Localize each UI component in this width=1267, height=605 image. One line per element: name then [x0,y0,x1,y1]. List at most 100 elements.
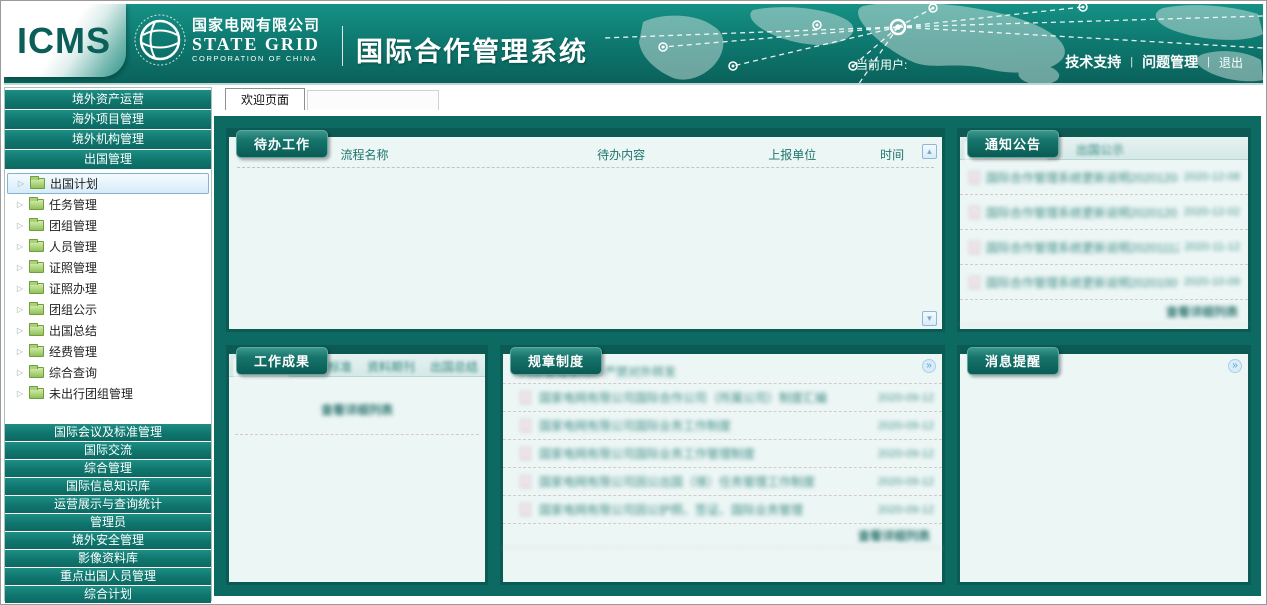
tree-item-group-publicity[interactable]: ▷ 团组公示 [7,299,209,320]
tree-item-untraveled-groups[interactable]: ▷ 未出行团组管理 [7,383,209,404]
todo-header-divider [237,167,934,168]
tree-expand-icon[interactable]: ▷ [16,389,24,398]
main-content: 欢迎页面 待办工作 流程名称 待办内容 上报单位 时间 ▲ ▼ 通知公告 [212,87,1263,601]
scroll-up-button[interactable]: ▲ [922,144,937,159]
app-header: ICMS 国家电网有限公司 STATE GRID CORPORATION OF … [4,4,1263,85]
document-icon [520,475,531,488]
expand-chevron-icon[interactable]: » [922,359,936,373]
regulation-item-date: 2020-09-12 [878,504,934,516]
tree-expand-icon[interactable]: ▷ [16,263,24,272]
icms-logo-box: ICMS [4,4,126,77]
sidebar-section-overseas-safety[interactable]: 境外安全管理 [5,532,211,549]
regulation-list-item[interactable]: 国家电网有限公司因公护照、签证、国际业务管理 2020-09-12 [503,496,942,524]
org-name-block: 国家电网有限公司 STATE GRID CORPORATION OF CHINA [192,17,320,64]
system-title: 国际合作管理系统 [356,30,588,69]
regulation-list-item[interactable]: 国家电网有限公司因公出国（境）任务管理工作制度 2020-09-12 [503,468,942,496]
document-icon [969,206,980,219]
sidebar-section-ops-stats[interactable]: 运营展示与查询统计 [5,496,211,513]
achievements-tab-summaries[interactable]: 出国总结 [425,356,483,377]
achievements-divider [235,434,479,435]
document-icon [969,241,980,254]
folder-icon [29,199,44,210]
tree-expand-icon[interactable]: ▷ [16,221,24,230]
link-separator: | [1207,56,1210,68]
todo-col-process-name: 流程名称 [340,146,388,163]
regulation-list-item[interactable]: 国家电网有限公司国际合作公司（所属公司）制度汇编 2020-09-12 [503,384,942,412]
sidebar-section-intl-exchange[interactable]: 国际交流 [5,442,211,459]
tree-item-label: 任务管理 [49,196,97,213]
notice-item-date: 2020-10-09 [1184,276,1240,288]
sidebar-section-general-mgmt[interactable]: 综合管理 [5,460,211,477]
regulation-list-item[interactable]: 国家电网有限公司国际业务工作制度 2020-09-12 [503,412,942,440]
folder-icon [29,241,44,252]
regulation-item-text: 国家电网有限公司国际业务工作管理制度 [539,445,872,462]
tree-item-personnel-mgmt[interactable]: ▷ 人员管理 [7,236,209,257]
tree-item-comprehensive-query[interactable]: ▷ 综合查询 [7,362,209,383]
folder-icon [29,283,44,294]
achievements-tab-journals[interactable]: 资料期刊 [362,356,420,377]
notice-list-item[interactable]: 国际合作管理系统更新说明20201208 2020-12-08 [960,160,1248,195]
messages-panel-title: 消息提醒 [967,347,1059,375]
sidebar-section-abroad-mgmt[interactable]: 出国管理 [5,150,211,169]
tree-expand-icon[interactable]: ▷ [16,368,24,377]
regulation-item-date: 2020-09-12 [878,392,934,404]
notice-item-text: 国际合作管理系统更新说明20201009 [986,274,1178,291]
tree-item-label: 人员管理 [49,238,97,255]
tree-item-task-mgmt[interactable]: ▷ 任务管理 [7,194,209,215]
notice-item-text: 国际合作管理系统更新说明20201208 [986,169,1178,186]
sidebar-section-key-personnel[interactable]: 重点出国人员管理 [5,568,211,585]
notice-item-text: 国际合作管理系统更新说明20201112 [986,239,1179,256]
document-icon [520,419,531,432]
regulation-item-date: 2020-09-12 [878,476,934,488]
tree-expand-icon[interactable]: ▷ [16,305,24,314]
sidebar-section-overseas-orgs[interactable]: 境外机构管理 [5,130,211,149]
sidebar-section-knowledge-base[interactable]: 国际信息知识库 [5,478,211,495]
sidebar-section-admin[interactable]: 管理员 [5,514,211,531]
folder-icon [29,325,44,336]
tree-item-label: 经费管理 [49,343,97,360]
tree-expand-icon[interactable]: ▷ [16,242,24,251]
sidebar-section-intl-meetings[interactable]: 国际会议及标准管理 [5,424,211,441]
regulation-list-item[interactable]: 国家电网有限公司国际业务工作管理制度 2020-09-12 [503,440,942,468]
notice-list-item[interactable]: 国际合作管理系统更新说明20201202 2020-12-02 [960,195,1248,230]
folder-icon [29,304,44,315]
tree-expand-icon[interactable]: ▷ [16,347,24,356]
tree-expand-icon[interactable]: ▷ [16,200,24,209]
tree-expand-icon[interactable]: ▷ [16,284,24,293]
folder-icon [29,262,44,273]
scroll-down-button[interactable]: ▼ [922,311,937,326]
tech-support-link[interactable]: 技术支持 [1065,52,1121,72]
achievements-view-more-link[interactable]: 查看详细列表 [229,401,485,418]
tree-item-passport-handling[interactable]: ▷ 证照办理 [7,278,209,299]
tree-item-abroad-plan[interactable]: ▷ 出国计划 [7,173,209,194]
tab-welcome-page[interactable]: 欢迎页面 [225,88,305,110]
regulation-item-date: 2020-09-12 [878,420,934,432]
sidebar-section-overseas-projects[interactable]: 海外项目管理 [5,110,211,129]
regulation-item-text: 国家电网有限公司因公出国（境）任务管理工作制度 [539,473,872,490]
sidebar-section-comprehensive-plan[interactable]: 综合计划 [5,586,211,603]
tree-expand-icon[interactable]: ▷ [16,326,24,335]
org-subname-en: CORPORATION OF CHINA [192,55,320,64]
expand-chevron-icon[interactable]: » [1228,359,1242,373]
sidebar-section-overseas-assets[interactable]: 境外资产运营 [5,90,211,109]
todo-panel: 待办工作 流程名称 待办内容 上报单位 时间 ▲ ▼ [226,128,945,332]
issue-management-link[interactable]: 问题管理 [1142,52,1198,72]
document-icon [969,276,980,289]
tree-item-funds-mgmt[interactable]: ▷ 经费管理 [7,341,209,362]
logout-link[interactable]: 退出 [1219,54,1243,71]
regulation-item-text: 国家电网有限公司国际合作公司（所属公司）制度汇编 [539,389,872,406]
notice-view-more-link[interactable]: 查看详细列表 [960,300,1248,325]
regulations-view-more-link[interactable]: 查看详细列表 [503,524,942,548]
folder-icon [29,346,44,357]
notice-tab-abroad-publicity[interactable]: 出国公示 [1057,139,1143,160]
sidebar-section-media-library[interactable]: 影像资料库 [5,550,211,567]
tree-item-passport-mgmt[interactable]: ▷ 证照管理 [7,257,209,278]
tree-expand-icon[interactable]: ▷ [17,179,25,188]
tree-item-abroad-summary[interactable]: ▷ 出国总结 [7,320,209,341]
world-map-decoration [603,4,1263,85]
sidebar-tree: ▷ 出国计划 ▷ 任务管理 ▷ 团组管理 ▷ 人员管理 ▷ [5,170,211,424]
header-divider [342,26,343,66]
notice-list-item[interactable]: 国际合作管理系统更新说明20201009 2020-10-09 [960,265,1248,300]
notice-list-item[interactable]: 国际合作管理系统更新说明20201112 2020-11-12 [960,230,1248,265]
tree-item-group-mgmt[interactable]: ▷ 团组管理 [7,215,209,236]
